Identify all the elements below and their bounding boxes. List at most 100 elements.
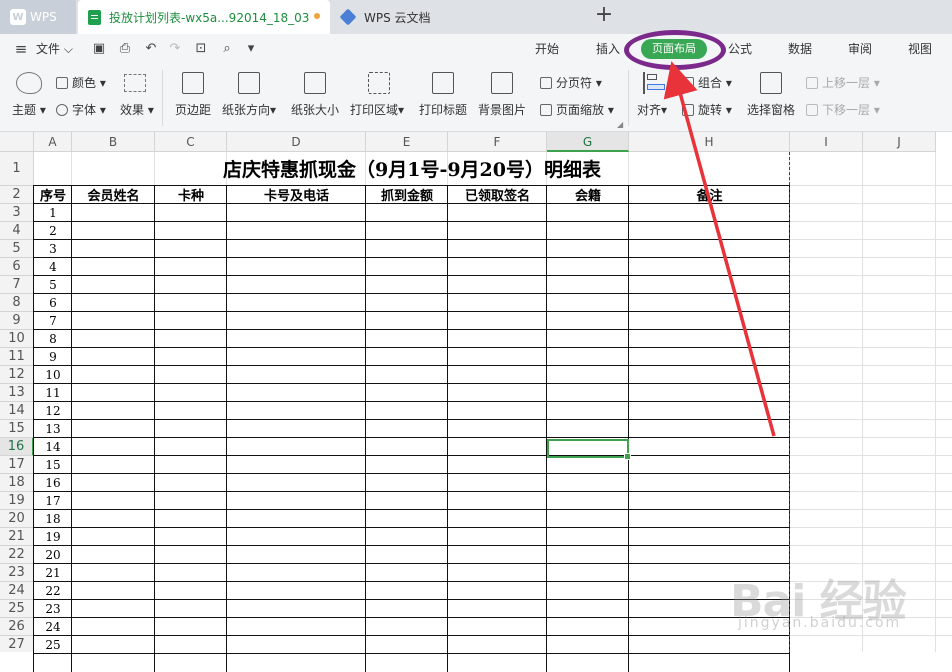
- serial-number-cell[interactable]: 3: [34, 240, 72, 258]
- table-header-cell[interactable]: 会籍: [547, 187, 629, 205]
- column-header-h[interactable]: H: [629, 132, 790, 152]
- undo-icon[interactable]: ↶: [144, 42, 158, 56]
- row-header-19[interactable]: 19: [0, 492, 34, 510]
- table-header-cell[interactable]: 抓到金额: [366, 187, 448, 205]
- menu-view[interactable]: 视图: [908, 34, 932, 64]
- serial-number-cell[interactable]: 1: [34, 204, 72, 222]
- serial-number-cell[interactable]: 9: [34, 348, 72, 366]
- table-header-cell[interactable]: 卡种: [155, 187, 227, 205]
- row-header-20[interactable]: 20: [0, 510, 34, 528]
- theme-button[interactable]: 主题 ▾: [12, 101, 46, 118]
- serial-number-cell[interactable]: 13: [34, 420, 72, 438]
- serial-number-cell[interactable]: 18: [34, 510, 72, 528]
- save-icon[interactable]: ▣: [92, 42, 106, 56]
- serial-number-cell[interactable]: 19: [34, 528, 72, 546]
- row-header-27[interactable]: 27: [0, 636, 34, 652]
- print-icon[interactable]: ⎙: [118, 42, 132, 56]
- column-header-g[interactable]: G: [547, 132, 629, 152]
- page-zoom-button[interactable]: 页面缩放 ▾: [540, 101, 614, 118]
- row-header-14[interactable]: 14: [0, 402, 34, 420]
- row-header-23[interactable]: 23: [0, 564, 34, 582]
- menu-data[interactable]: 数据: [788, 34, 812, 64]
- row-header-8[interactable]: 8: [0, 294, 34, 312]
- margins-button[interactable]: 页边距: [175, 101, 211, 118]
- paper-size-button[interactable]: 纸张大小: [291, 101, 339, 118]
- serial-number-cell[interactable]: 10: [34, 366, 72, 384]
- serial-number-cell[interactable]: 7: [34, 312, 72, 330]
- table-header-cell[interactable]: 备注: [629, 187, 790, 205]
- menu-review[interactable]: 审阅: [848, 34, 872, 64]
- background-image-button[interactable]: 背景图片: [478, 101, 526, 118]
- print-titles-button[interactable]: 打印标题: [419, 101, 467, 118]
- column-header-i[interactable]: I: [790, 132, 863, 152]
- color-button[interactable]: 颜色 ▾: [56, 74, 106, 91]
- print-area-button[interactable]: 打印区域▾: [350, 101, 404, 118]
- align-button[interactable]: 对齐▾: [637, 101, 667, 118]
- row-header-5[interactable]: 5: [0, 240, 34, 258]
- row-header-26[interactable]: 26: [0, 618, 34, 636]
- serial-number-cell[interactable]: 20: [34, 546, 72, 564]
- font-button[interactable]: 字体 ▾: [56, 101, 106, 118]
- table-header-cell[interactable]: 卡号及电话: [227, 187, 366, 205]
- table-header-cell[interactable]: 会员姓名: [72, 187, 155, 205]
- selection-pane-button[interactable]: 选择窗格: [747, 101, 795, 118]
- effect-icon[interactable]: [124, 74, 146, 92]
- tab-wps-home[interactable]: W WPS: [0, 0, 76, 34]
- serial-number-cell[interactable]: 21: [34, 564, 72, 582]
- row-header-22[interactable]: 22: [0, 546, 34, 564]
- row-header-15[interactable]: 15: [0, 420, 34, 438]
- row-header-13[interactable]: 13: [0, 384, 34, 402]
- hamburger-menu-icon[interactable]: ≡: [14, 42, 28, 57]
- group-button[interactable]: 组合 ▾: [682, 74, 732, 91]
- serial-number-cell[interactable]: 14: [34, 438, 72, 456]
- serial-number-cell[interactable]: 25: [34, 636, 72, 654]
- row-header-24[interactable]: 24: [0, 582, 34, 600]
- serial-number-cell[interactable]: 5: [34, 276, 72, 294]
- serial-number-cell[interactable]: 16: [34, 474, 72, 492]
- find-icon[interactable]: ⌕: [220, 42, 234, 56]
- serial-number-cell[interactable]: 22: [34, 582, 72, 600]
- column-header-f[interactable]: F: [448, 132, 547, 152]
- row-header-11[interactable]: 11: [0, 348, 34, 366]
- menu-insert[interactable]: 插入: [596, 34, 620, 64]
- serial-number-cell[interactable]: 11: [34, 384, 72, 402]
- row-header-3[interactable]: 3: [0, 204, 34, 222]
- row-header-18[interactable]: 18: [0, 474, 34, 492]
- rotate-button[interactable]: 旋转 ▾: [682, 101, 732, 118]
- row-header-1[interactable]: 1: [0, 152, 34, 186]
- row-header-17[interactable]: 17: [0, 456, 34, 474]
- row-header-6[interactable]: 6: [0, 258, 34, 276]
- theme-palette-icon[interactable]: [16, 72, 42, 94]
- serial-number-cell[interactable]: 24: [34, 618, 72, 636]
- serial-number-cell[interactable]: 6: [34, 294, 72, 312]
- row-header-4[interactable]: 4: [0, 222, 34, 240]
- row-header-9[interactable]: 9: [0, 312, 34, 330]
- row-header-7[interactable]: 7: [0, 276, 34, 294]
- column-header-b[interactable]: B: [72, 132, 155, 152]
- select-all-corner[interactable]: [0, 132, 34, 152]
- new-tab-plus-icon[interactable]: +: [594, 4, 614, 28]
- column-header-e[interactable]: E: [366, 132, 448, 152]
- file-menu[interactable]: 文件 ⌵: [36, 34, 73, 64]
- print-preview-icon[interactable]: ⊡: [194, 42, 208, 56]
- row-header-2[interactable]: 2: [0, 186, 34, 204]
- serial-number-cell[interactable]: 12: [34, 402, 72, 420]
- orientation-button[interactable]: 纸张方向▾: [222, 101, 276, 118]
- selected-cell-g16[interactable]: [547, 439, 631, 460]
- serial-number-cell[interactable]: 17: [34, 492, 72, 510]
- row-header-25[interactable]: 25: [0, 600, 34, 618]
- send-backward-button[interactable]: 下移一层 ▾: [806, 101, 880, 118]
- redo-icon[interactable]: ↷: [168, 42, 182, 56]
- menu-formula[interactable]: 公式: [728, 34, 752, 64]
- column-header-c[interactable]: C: [155, 132, 227, 152]
- dialog-launcher-icon[interactable]: ◢: [617, 120, 623, 129]
- serial-number-cell[interactable]: 8: [34, 330, 72, 348]
- effect-button[interactable]: 效果 ▾: [120, 101, 154, 118]
- column-header-a[interactable]: A: [34, 132, 72, 152]
- row-header-10[interactable]: 10: [0, 330, 34, 348]
- row-header-16[interactable]: 16: [0, 438, 34, 456]
- serial-number-cell[interactable]: 2: [34, 222, 72, 240]
- menu-start[interactable]: 开始: [535, 34, 559, 64]
- serial-number-cell[interactable]: 23: [34, 600, 72, 618]
- tab-document[interactable]: 投放计划列表-wx5a...92014_18_03: [78, 0, 330, 34]
